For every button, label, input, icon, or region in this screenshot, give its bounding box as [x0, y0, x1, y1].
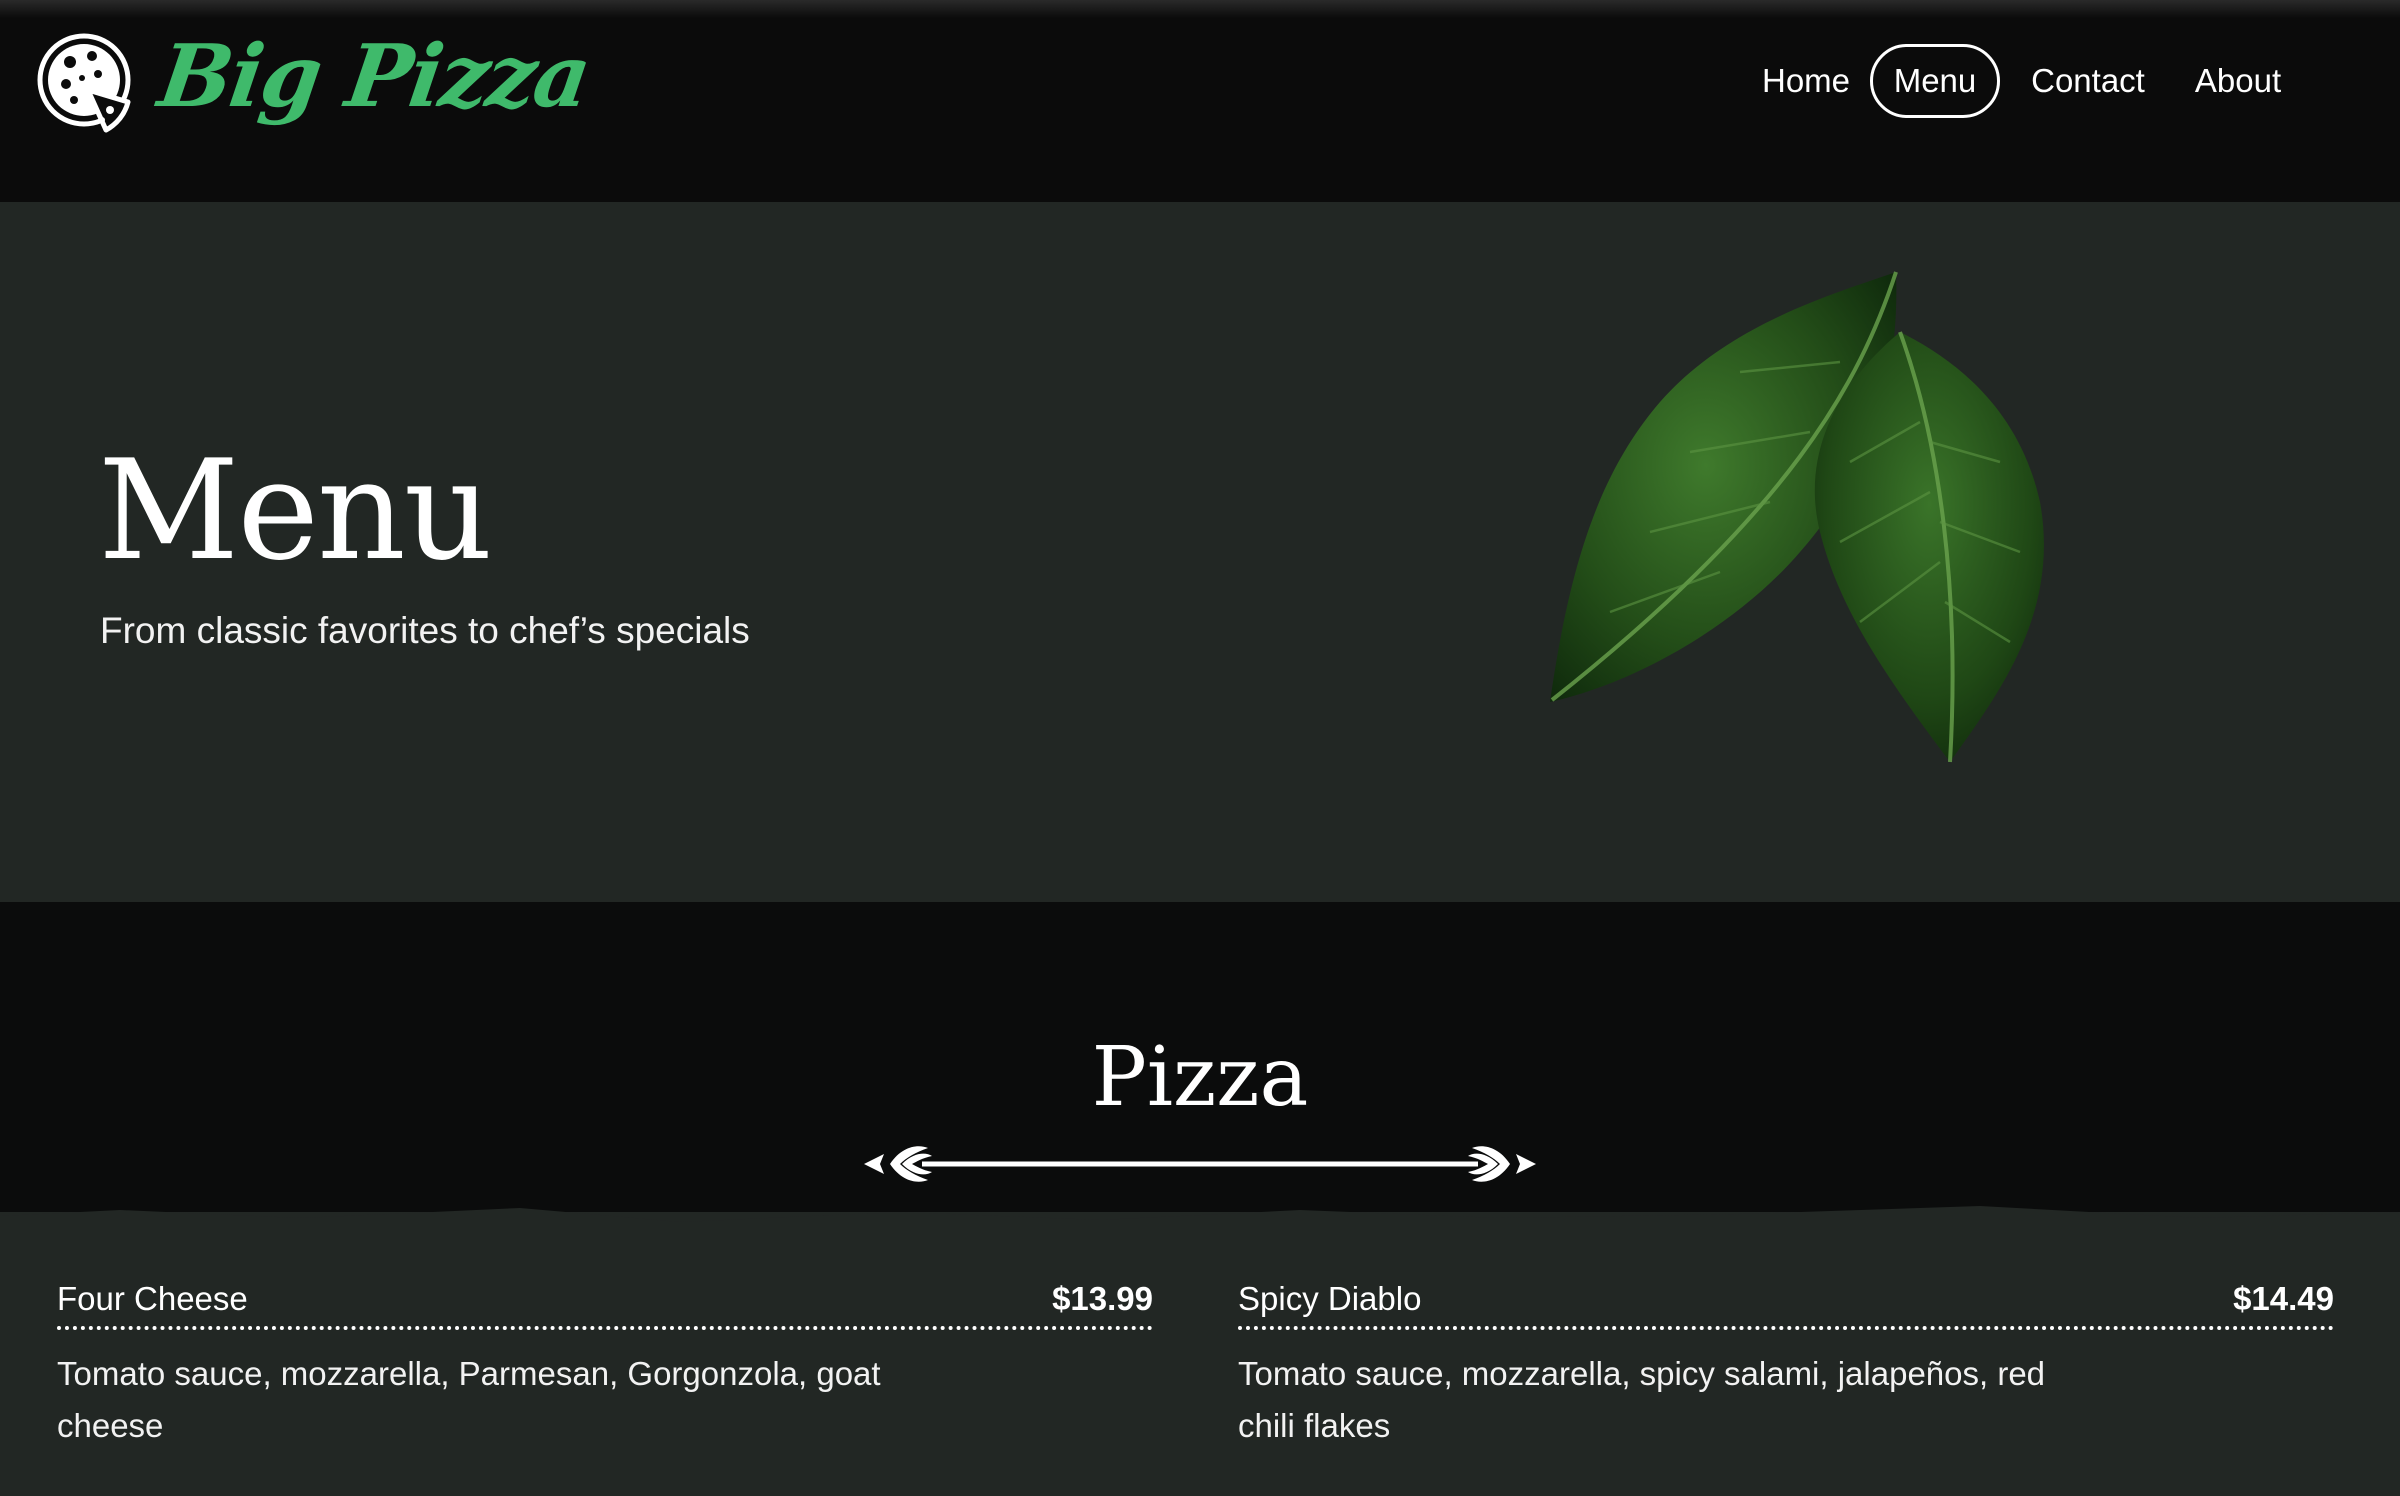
pizza-logo-icon[interactable]	[36, 32, 134, 134]
menu-item-header: Spicy Diablo $14.49	[1238, 1280, 2334, 1330]
section-title: Pizza	[1091, 1030, 1309, 1125]
nav-menu[interactable]: Menu	[1870, 44, 2000, 118]
basil-leaves-image	[1550, 271, 2044, 763]
menu-item-price: $14.49	[2233, 1280, 2334, 1317]
menu-item-price: $13.99	[1052, 1280, 1153, 1317]
menu-item-description: Tomato sauce, mozzarella, Parmesan, Gorg…	[57, 1355, 881, 1444]
brush-edge	[0, 1206, 2400, 1236]
brand-name[interactable]: Big Pizza	[153, 26, 595, 127]
ornamental-divider-icon	[864, 1146, 1536, 1182]
menu-item[interactable]: Spicy Diablo $14.49 Tomato sauce, mozzar…	[1238, 1280, 2334, 1452]
menu-item-name: Four Cheese	[57, 1280, 248, 1317]
nav-home[interactable]: Home	[1746, 44, 1866, 118]
page-title: Menu	[98, 430, 493, 591]
site-header: Big Pizza Home Menu Contact About	[0, 0, 2400, 202]
nav-about[interactable]: About	[2180, 44, 2296, 118]
menu-item-name: Spicy Diablo	[1238, 1280, 1422, 1317]
menu-item-description: Tomato sauce, mozzarella, spicy salami, …	[1238, 1355, 2046, 1444]
menu-item-header: Four Cheese $13.99	[57, 1280, 1153, 1330]
hero-section: Menu From classic favorites to chef’s sp…	[0, 202, 2400, 902]
page-subtitle: From classic favorites to chef’s special…	[100, 610, 750, 651]
nav-contact[interactable]: Contact	[2020, 44, 2156, 118]
menu-item[interactable]: Four Cheese $13.99 Tomato sauce, mozzare…	[57, 1280, 1153, 1452]
